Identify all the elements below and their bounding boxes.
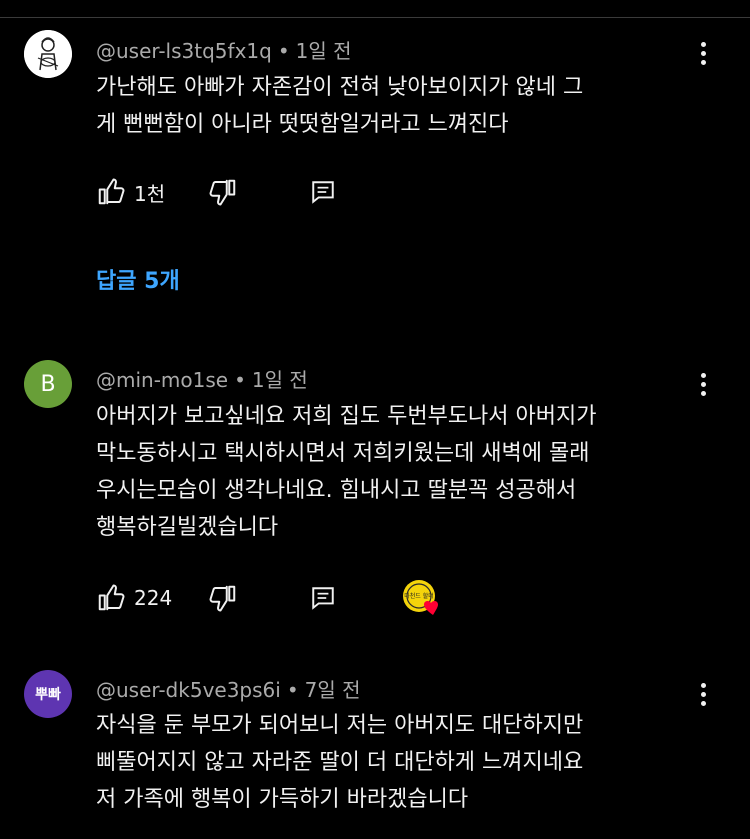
comment-text-line: 저 가족에 행복이 가득하기 바라겠습니다 <box>96 787 469 812</box>
reply-comment-icon <box>312 181 334 204</box>
comment-text-line: 삐뚤어지지 않고 자라준 딸이 더 대단하게 느껴지네요 <box>96 750 584 775</box>
reply-button[interactable] <box>310 177 336 207</box>
comment-time[interactable]: 1일 전 <box>252 368 308 392</box>
comment-actions: 224 마천드 할머 <box>96 580 696 615</box>
comment-time[interactable]: 1일 전 <box>296 39 352 63</box>
reply-comment-icon <box>312 587 334 610</box>
meta-separator: • <box>277 39 290 63</box>
avatar[interactable]: B <box>24 360 72 408</box>
avatar-drawing <box>24 30 72 78</box>
comment-text: 자식을 둔 부모가 되어보니 저는 아버지도 대단하지만 삐뚤어지지 않고 자라… <box>96 707 696 818</box>
dislike-button[interactable] <box>208 177 238 207</box>
like-count: 224 <box>134 586 173 610</box>
comment-meta: @user-dk5ve3ps6i • 7일 전 <box>96 674 361 703</box>
creator-badge-text: 마천드 할머 <box>404 592 434 600</box>
meta-separator: • <box>234 368 246 392</box>
comment-text-line: 막노동하시고 택시하시면서 저희키웠는데 새벽에 몰래 <box>96 441 590 466</box>
more-vert-icon[interactable] <box>690 38 716 68</box>
thumbs-down-icon <box>209 179 236 206</box>
comment-text-line: 가난해도 아빠가 자존감이 전혀 낮아보이지가 않네 그 <box>96 75 584 100</box>
thumbs-down-icon <box>209 585 236 612</box>
avatar[interactable]: 뿌빠 <box>24 670 72 718</box>
more-vert-icon[interactable] <box>690 679 716 709</box>
comment-text-line: 행복하길빌겠습니다 <box>96 515 279 540</box>
view-replies-link[interactable]: 답글 5개 <box>96 263 180 295</box>
dislike-button[interactable] <box>208 583 238 613</box>
thumbs-up-icon <box>98 178 125 205</box>
like-button[interactable]: 1천 <box>96 177 165 207</box>
meta-separator: • <box>286 678 299 702</box>
comment-meta: @min-mo1se • 1일 전 <box>96 364 308 393</box>
more-vert-icon[interactable] <box>690 369 716 399</box>
like-count: 1천 <box>134 181 166 206</box>
comment-text-line: 게 뻔뻔함이 아니라 떳떳함일거라고 느껴진다 <box>96 112 509 137</box>
comment-meta: @user-ls3tq5fx1q • 1일 전 <box>96 35 352 64</box>
top-divider <box>0 0 750 18</box>
comment-author[interactable]: @min-mo1se <box>96 368 228 392</box>
comment-author[interactable]: @user-dk5ve3ps6i <box>96 678 281 702</box>
comment-actions: 1천 <box>96 177 696 207</box>
comment-text: 가난해도 아빠가 자존감이 전혀 낮아보이지가 않네 그 게 뻔뻔함이 아니라 … <box>96 69 696 143</box>
avatar[interactable] <box>24 30 72 78</box>
like-button[interactable]: 224 <box>96 583 172 613</box>
comment-text: 아버지가 보고싶네요 저희 집도 두번부도나서 아버지가 막노동하시고 택시하시… <box>96 398 696 546</box>
creator-heart-icon: 마천드 할머 <box>403 580 438 615</box>
creator-heart-badge: 마천드 할머 <box>402 579 444 619</box>
avatar-initials: 뿌빠 <box>35 687 61 703</box>
comment-author[interactable]: @user-ls3tq5fx1q <box>96 39 272 63</box>
avatar-letter: B <box>40 371 56 397</box>
comment-text-line: 우시는모습이 생각나네요. 힘내시고 딸분꼭 성공해서 <box>96 478 577 503</box>
reply-button[interactable] <box>310 583 336 613</box>
comment-text-line: 자식을 둔 부모가 되어보니 저는 아버지도 대단하지만 <box>96 713 584 738</box>
comment-time[interactable]: 7일 전 <box>305 678 361 702</box>
comment-text-line: 아버지가 보고싶네요 저희 집도 두번부도나서 아버지가 <box>96 404 597 429</box>
thumbs-up-icon <box>98 584 125 611</box>
